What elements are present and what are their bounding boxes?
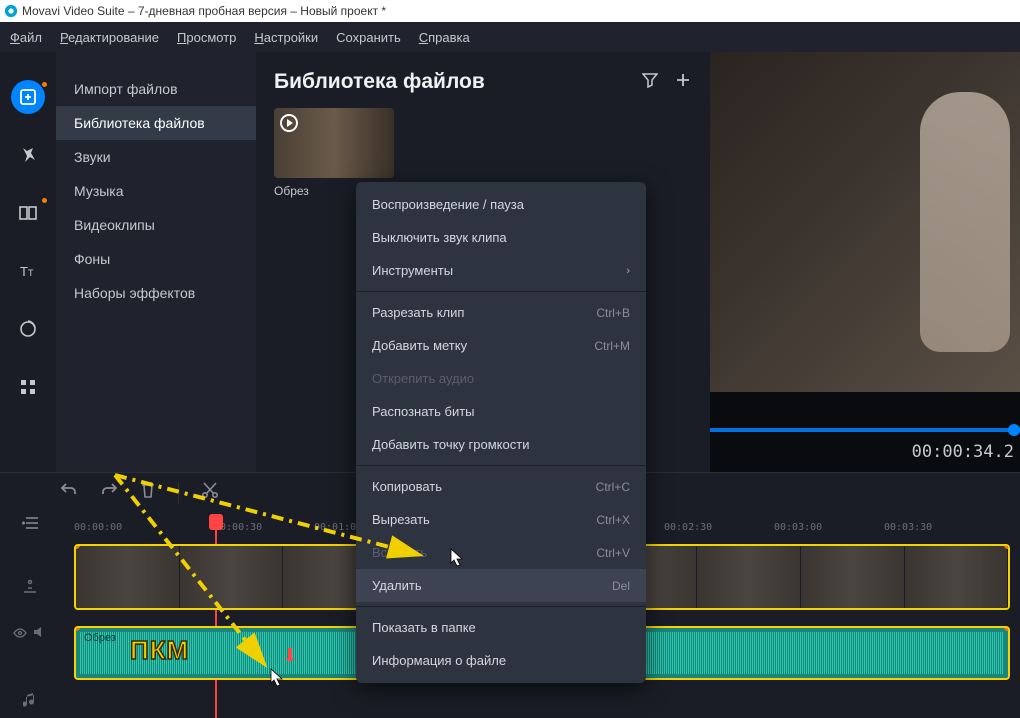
context-item[interactable]: Добавить точку громкости bbox=[356, 428, 646, 461]
menu-Просмотр[interactable]: Просмотр bbox=[177, 30, 236, 45]
cursor-icon bbox=[270, 668, 284, 688]
app-icon bbox=[4, 4, 18, 18]
context-item: Открепить аудио bbox=[356, 362, 646, 395]
ruler-mark: 00:00:00 bbox=[74, 522, 122, 533]
redo-button[interactable] bbox=[100, 481, 118, 504]
audio-track-label: Обрез bbox=[84, 632, 116, 644]
music-icon bbox=[23, 693, 37, 714]
side-panel: Импорт файловБиблиотека файловЗвукиМузык… bbox=[56, 52, 256, 472]
eye-icon[interactable] bbox=[13, 625, 27, 643]
window-title: Movavi Video Suite – 7-дневная пробная в… bbox=[22, 4, 386, 18]
undo-button[interactable] bbox=[60, 481, 78, 504]
side-item[interactable]: Наборы эффектов bbox=[56, 276, 256, 310]
annotation-text: ПКМ bbox=[130, 635, 189, 666]
tool-transitions[interactable] bbox=[11, 196, 45, 230]
context-item[interactable]: КопироватьCtrl+C bbox=[356, 470, 646, 503]
filter-icon[interactable] bbox=[642, 72, 658, 93]
context-item[interactable]: Разрезать клипCtrl+B bbox=[356, 296, 646, 329]
preview-seek-bar[interactable] bbox=[710, 428, 1020, 432]
preview-video[interactable] bbox=[710, 52, 1020, 392]
tool-stickers[interactable] bbox=[11, 312, 45, 346]
ruler-mark: 00:01:00 bbox=[314, 522, 362, 533]
marker-icon bbox=[285, 648, 295, 662]
volume-icon[interactable] bbox=[33, 625, 47, 643]
side-item[interactable]: Библиотека файлов bbox=[56, 106, 256, 140]
track-settings-icon[interactable] bbox=[20, 576, 40, 601]
side-item[interactable]: Видеоклипы bbox=[56, 208, 256, 242]
ruler-mark: 00:03:00 bbox=[774, 522, 822, 533]
context-item[interactable]: Показать в папке bbox=[356, 611, 646, 644]
context-item[interactable]: Воспроизведение / пауза bbox=[356, 188, 646, 221]
side-tool-strip: TT bbox=[0, 52, 56, 472]
context-item[interactable]: Инструменты› bbox=[356, 254, 646, 287]
context-item[interactable]: Информация о файле bbox=[356, 644, 646, 677]
content-title: Библиотека файлов bbox=[274, 70, 626, 94]
tool-more[interactable] bbox=[11, 370, 45, 404]
side-item[interactable]: Фоны bbox=[56, 242, 256, 276]
menu-Сохранить[interactable]: Сохранить bbox=[336, 30, 401, 45]
menu-Редактирование[interactable]: Редактирование bbox=[60, 30, 159, 45]
context-separator bbox=[356, 606, 646, 607]
add-track-button[interactable] bbox=[20, 515, 40, 536]
content-header: Библиотека файлов bbox=[274, 70, 692, 94]
preview-panel: 00:00:34.2 bbox=[710, 52, 1020, 472]
toolbar-divider bbox=[178, 482, 179, 504]
tool-titles[interactable]: TT bbox=[11, 254, 45, 288]
add-icon[interactable] bbox=[674, 71, 692, 94]
side-item[interactable]: Импорт файлов bbox=[56, 72, 256, 106]
context-item[interactable]: ВырезатьCtrl+X bbox=[356, 503, 646, 536]
context-separator bbox=[356, 465, 646, 466]
side-item[interactable]: Звуки bbox=[56, 140, 256, 174]
menu-Справка[interactable]: Справка bbox=[419, 30, 470, 45]
ruler-mark: 00:03:30 bbox=[884, 522, 932, 533]
menu-Файл[interactable]: Файл bbox=[10, 30, 42, 45]
context-item[interactable]: Добавить меткуCtrl+M bbox=[356, 329, 646, 362]
tool-add-media[interactable] bbox=[11, 80, 45, 114]
seek-handle[interactable] bbox=[1008, 424, 1020, 436]
context-separator bbox=[356, 291, 646, 292]
menubar: Файл Редактирование Просмотр Настройки Сохра… bbox=[0, 22, 1020, 52]
side-item[interactable]: Музыка bbox=[56, 174, 256, 208]
context-item[interactable]: Распознать биты bbox=[356, 395, 646, 428]
context-item[interactable]: УдалитьDel bbox=[356, 569, 646, 602]
svg-text:T: T bbox=[20, 264, 28, 279]
context-item: ВставитьCtrl+V bbox=[356, 536, 646, 569]
window-titlebar: Movavi Video Suite – 7-дневная пробная в… bbox=[0, 0, 1020, 22]
cut-button[interactable] bbox=[201, 481, 219, 504]
preview-timecode: 00:00:34.2 bbox=[912, 442, 1014, 462]
tool-filters[interactable] bbox=[11, 138, 45, 172]
context-item[interactable]: Выключить звук клипа bbox=[356, 221, 646, 254]
timeline-side-controls bbox=[0, 512, 60, 717]
play-overlay-icon bbox=[280, 114, 298, 132]
delete-button[interactable] bbox=[140, 481, 156, 504]
svg-text:T: T bbox=[28, 268, 34, 278]
ruler-mark: 00:02:30 bbox=[664, 522, 712, 533]
cursor-icon bbox=[450, 548, 464, 568]
menu-Настройки[interactable]: Настройки bbox=[254, 30, 318, 45]
context-menu: Воспроизведение / паузаВыключить звук кл… bbox=[356, 182, 646, 683]
